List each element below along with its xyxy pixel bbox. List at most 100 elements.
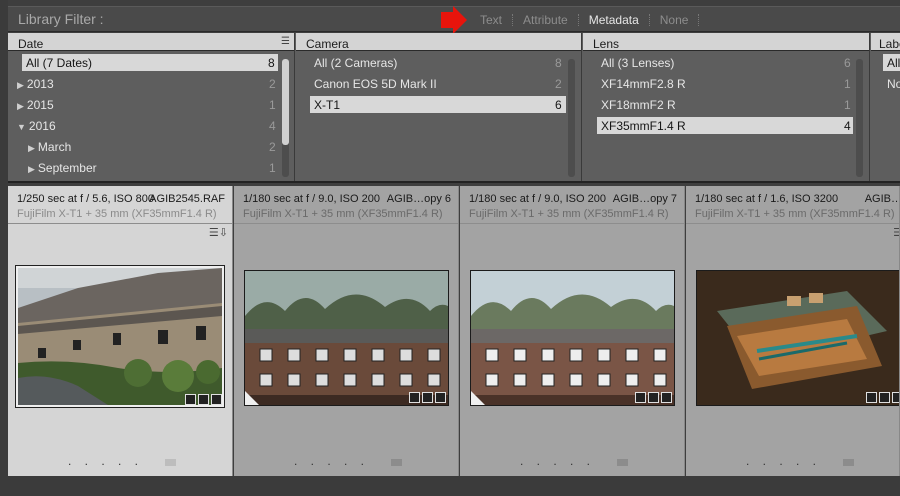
row-label: 2015 [26,98,54,112]
row-label: 2016 [28,119,56,133]
collapse-triangle-icon[interactable]: ▼ [17,122,26,132]
label-row-no[interactable]: No [871,74,900,95]
expand-triangle-icon[interactable]: ▶ [17,80,24,90]
metadata-icon[interactable]: ☰ [893,226,899,239]
row-label: March [37,140,72,154]
camera-column-title: Camera [306,37,349,51]
red-arrow-icon [441,6,467,34]
row-label: XF18mmF2 R [601,98,676,112]
metadata-browser: Date ☰ All (7 Dates) 8 ▶ 2013 2 ▶ 2015 1 ▼… [8,33,900,183]
lens-column-title: Lens [593,37,620,51]
camera-lens-info: FujiFilm X-T1 + 35 mm (XF35mmF1.4 R) [17,208,217,220]
tab-attribute[interactable]: Attribute [513,13,578,27]
exif-info: 1/180 sec at f / 1.6, ISO 3200 [695,193,839,205]
crop-badge-icon[interactable] [648,392,659,403]
row-label: All (2 Cameras) [314,56,398,70]
row-count: 6 [555,98,562,112]
rating-dots[interactable]: . . . . . [746,454,821,468]
expand-triangle-icon[interactable]: ▶ [17,101,24,111]
rating-dots[interactable]: . . . . . [294,454,369,468]
camera-row-canon[interactable]: Canon EOS 5D Mark II 2 [296,74,581,95]
date-row-all[interactable]: All (7 Dates) 8 [8,53,294,74]
thumbnail-box[interactable] [696,270,899,406]
row-count: 8 [268,56,275,70]
crop-badge-icon[interactable] [198,394,209,405]
cell-header: 1/180 sec at f / 1.6, ISO 3200 AGIB… Fuj… [686,186,900,224]
collection-badge-icon[interactable] [185,394,196,405]
tab-none[interactable]: None [650,13,699,27]
camera-row-xt1[interactable]: X-T1 6 [296,95,581,116]
row-count: 1 [269,161,276,175]
develop-badge-icon[interactable] [661,392,672,403]
date-row-march[interactable]: ▶ March 2 [8,137,294,158]
date-row-september[interactable]: ▶ September 1 [8,158,294,179]
develop-badge-icon[interactable] [892,392,899,403]
row-count: 4 [844,119,851,133]
cell-header: 1/180 sec at f / 9.0, ISO 200 AGIB…opy 7… [460,186,684,224]
grid-cell[interactable]: 1/250 sec at f / 5.6, ISO 800 AGIB2545.R… [8,186,233,476]
label-column: Labe All No [871,33,900,181]
badge-group [866,392,899,403]
row-label: September [37,161,97,175]
grid-cell[interactable]: 1/180 sec at f / 9.0, ISO 200 AGIB…opy 6… [234,186,459,476]
row-label: XF14mmF2.8 R [601,77,686,91]
row-count: 1 [269,98,276,112]
collection-badge-icon[interactable] [635,392,646,403]
collection-badge-icon[interactable] [409,392,420,403]
column-menu-icon[interactable]: ☰ [281,36,290,47]
grid-cell[interactable]: 1/180 sec at f / 1.6, ISO 3200 AGIB… Fuj… [686,186,900,476]
thumbnail-building-dark[interactable] [244,270,449,406]
badge-group [185,394,222,405]
develop-badge-icon[interactable] [435,392,446,403]
camera-lens-info: FujiFilm X-T1 + 35 mm (XF35mmF1.4 R) [243,208,443,220]
date-row-2013[interactable]: ▶ 2013 2 [8,74,294,95]
develop-badge-icon[interactable] [211,394,222,405]
lens-scrollbar[interactable] [856,59,863,177]
lens-row-xf18[interactable]: XF18mmF2 R 1 [583,95,869,116]
file-name: AGIB…opy 7 [612,193,677,205]
date-row-2015[interactable]: ▶ 2015 1 [8,95,294,116]
date-scrollbar[interactable] [282,59,289,177]
lens-row-all[interactable]: All (3 Lenses) 6 [583,53,869,74]
color-label-icon[interactable] [391,459,402,466]
collection-badge-icon[interactable] [866,392,877,403]
file-name: AGIB… [864,193,900,205]
lens-row-xf35[interactable]: XF35mmF1.4 R 4 [583,116,869,137]
date-row-2016[interactable]: ▼ 2016 4 [8,116,294,137]
date-column-header[interactable]: Date ☰ [8,33,294,51]
thumbnail-frame[interactable] [15,265,225,408]
date-column-title: Date [18,37,44,51]
lens-column-header[interactable]: Lens [583,33,869,51]
color-label-icon[interactable] [617,459,628,466]
color-label-icon[interactable] [843,459,854,466]
row-count: 2 [555,77,562,91]
thumbnail-cottages[interactable] [18,268,222,405]
expand-triangle-icon[interactable]: ▶ [28,164,35,174]
tab-separator [698,14,700,26]
library-filter-bar: Library Filter : Text Attribute Metadata… [8,6,900,34]
expand-triangle-icon[interactable]: ▶ [28,143,35,153]
row-label: All (3 Lenses) [601,56,675,70]
rating-dots[interactable]: . . . . . [68,454,143,468]
color-label-icon[interactable] [165,459,176,466]
label-column-header[interactable]: Labe [871,33,900,51]
lens-row-xf14[interactable]: XF14mmF2.8 R 1 [583,74,869,95]
row-label: XF35mmF1.4 R [601,119,686,133]
crop-badge-icon[interactable] [422,392,433,403]
metadata-icon[interactable]: ☰⇩ [209,226,228,239]
tab-text[interactable]: Text [470,13,512,27]
file-name: AGIB…opy 6 [386,193,451,205]
camera-lens-info: FujiFilm X-T1 + 35 mm (XF35mmF1.4 R) [695,208,895,220]
camera-scrollbar[interactable] [568,59,575,177]
grid-cell[interactable]: 1/180 sec at f / 9.0, ISO 200 AGIB…opy 7… [460,186,685,476]
crop-badge-icon[interactable] [879,392,890,403]
page-fold-icon [471,391,485,405]
tab-metadata[interactable]: Metadata [579,13,649,27]
exif-info: 1/180 sec at f / 9.0, ISO 200 [243,193,380,205]
camera-column-header[interactable]: Camera [296,33,581,51]
thumbnail-building-light[interactable] [470,270,675,406]
scrollbar-thumb[interactable] [282,59,289,145]
label-row-all[interactable]: All [871,53,900,74]
camera-row-all[interactable]: All (2 Cameras) 8 [296,53,581,74]
rating-dots[interactable]: . . . . . [520,454,595,468]
